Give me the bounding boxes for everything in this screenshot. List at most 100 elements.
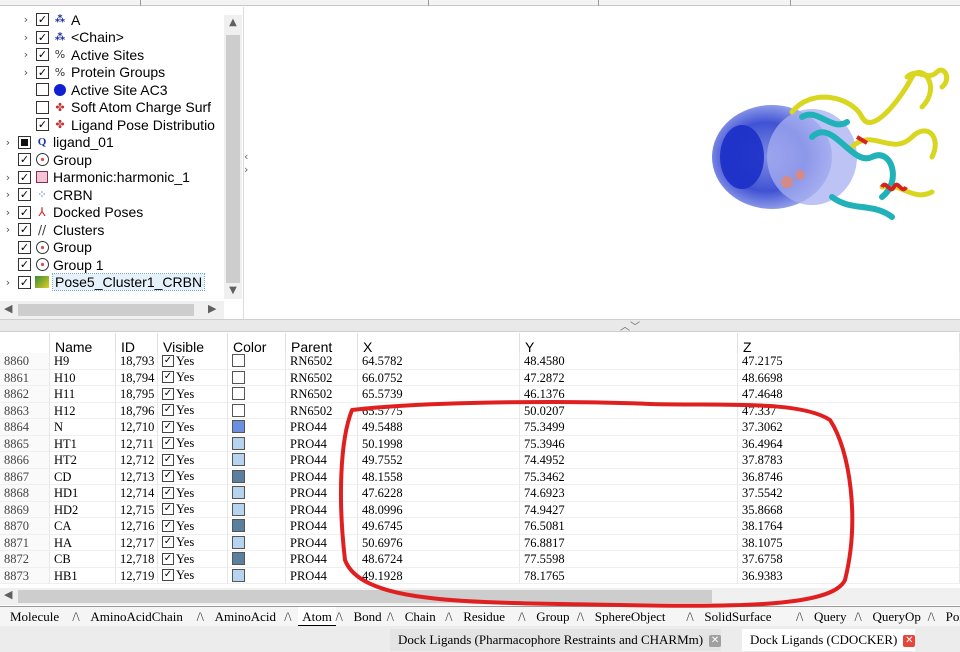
cell-name[interactable]: H11 — [50, 386, 116, 403]
cell-name[interactable]: HA — [50, 534, 116, 551]
sheet-tab[interactable]: Atom — [298, 607, 336, 626]
cell-name[interactable]: HT1 — [50, 435, 116, 452]
cell-id[interactable]: 12,715 — [116, 501, 158, 518]
cell-z[interactable]: 38.1764 — [738, 518, 960, 535]
cell-color[interactable] — [228, 551, 286, 568]
cell-rownum[interactable]: 8862 — [0, 386, 50, 403]
cell-y[interactable]: 48.4580 — [520, 353, 738, 370]
tree-hscroll-thumb[interactable] — [18, 304, 194, 316]
table-row[interactable]: 8862 H11 18,795 ✓ Yes RN6502 65.5739 46.1376 47.… — [0, 386, 960, 403]
cell-z[interactable]: 37.6758 — [738, 551, 960, 568]
cell-name[interactable]: HD2 — [50, 501, 116, 518]
cell-name[interactable]: CD — [50, 468, 116, 485]
cell-id[interactable]: 12,710 — [116, 419, 158, 436]
cell-x[interactable]: 48.6724 — [358, 551, 520, 568]
cell-rownum[interactable]: 8865 — [0, 435, 50, 452]
table-hscroll-thumb[interactable] — [18, 590, 712, 603]
cell-id[interactable]: 12,716 — [116, 518, 158, 535]
color-swatch[interactable] — [232, 469, 245, 483]
table-row[interactable]: 8870 CA 12,716 ✓ Yes PRO44 49.6745 76.5081 38.17… — [0, 518, 960, 535]
horizontal-splitter[interactable]: ︿﹀ — [0, 318, 960, 333]
tree-item[interactable]: › ✓% Active Sites — [20, 46, 144, 63]
cell-rownum[interactable]: 8866 — [0, 452, 50, 469]
tree-scroll-thumb[interactable] — [226, 35, 240, 283]
cell-x[interactable]: 48.1558 — [358, 468, 520, 485]
cell-rownum[interactable]: 8873 — [0, 567, 50, 584]
cell-z[interactable]: 36.4964 — [738, 435, 960, 452]
cell-name[interactable]: N — [50, 419, 116, 436]
cell-name[interactable]: H10 — [50, 369, 116, 386]
cell-color[interactable] — [228, 485, 286, 502]
tree-item[interactable]: ✓ Group — [2, 239, 92, 256]
cell-parent[interactable]: RN6502 — [286, 353, 358, 370]
cell-x[interactable]: 48.0996 — [358, 501, 520, 518]
cell-id[interactable]: 12,714 — [116, 485, 158, 502]
cell-name[interactable]: HD1 — [50, 485, 116, 502]
cell-id[interactable]: 18,794 — [116, 369, 158, 386]
tree-item[interactable]: › ✓ ⁘ CRBN — [2, 186, 93, 203]
cell-name[interactable]: HB1 — [50, 567, 116, 584]
cell-x[interactable]: 50.1998 — [358, 435, 520, 452]
sheet-tab[interactable]: Chain — [401, 607, 440, 626]
color-swatch[interactable] — [232, 453, 245, 466]
cell-parent[interactable]: RN6502 — [286, 386, 358, 403]
visible-checkbox[interactable]: ✓ — [162, 536, 174, 549]
cell-rownum[interactable]: 8871 — [0, 534, 50, 551]
cell-parent[interactable]: PRO44 — [286, 485, 358, 502]
visible-checkbox[interactable]: ✓ — [162, 552, 174, 565]
splitter-arrows-icon[interactable]: ︿﹀ — [620, 318, 640, 333]
tree-item[interactable]: › Qligand_01 — [2, 134, 114, 151]
tree-item[interactable]: › ✓ Pose5_Cluster1_CRBN — [2, 273, 206, 291]
cell-y[interactable]: 77.5598 — [520, 551, 738, 568]
visible-checkbox[interactable]: ✓ — [162, 453, 174, 466]
cell-color[interactable] — [228, 501, 286, 518]
color-swatch[interactable] — [232, 354, 245, 367]
tree-item[interactable]: Active Site AC3 — [20, 81, 168, 98]
cell-visible[interactable]: ✓ Yes — [158, 402, 228, 419]
visibility-checkbox[interactable] — [18, 135, 31, 149]
cell-z[interactable]: 36.9383 — [738, 567, 960, 584]
cell-color[interactable] — [228, 435, 286, 452]
cell-y[interactable]: 76.8817 — [520, 534, 738, 551]
visibility-checkbox[interactable]: ✓ — [36, 118, 49, 131]
cell-visible[interactable]: ✓ Yes — [158, 501, 228, 518]
visibility-checkbox[interactable]: ✓ — [18, 240, 31, 254]
sheet-tab[interactable]: AminoAcid — [211, 607, 280, 626]
cell-name[interactable]: CA — [50, 518, 116, 535]
cell-name[interactable]: HT2 — [50, 452, 116, 469]
sheet-tab[interactable]: SolidSurface — [700, 607, 775, 626]
table-row[interactable]: 8864 N 12,710 ✓ Yes PRO44 49.5488 75.3499 37.306… — [0, 419, 960, 436]
visibility-checkbox[interactable]: ✓ — [18, 188, 31, 201]
visible-checkbox[interactable]: ✓ — [162, 470, 174, 483]
cell-z[interactable]: 47.2175 — [738, 353, 960, 370]
cell-rownum[interactable]: 8863 — [0, 402, 50, 419]
visibility-checkbox[interactable]: ✓ — [18, 223, 31, 236]
scroll-right-icon[interactable]: ▶ — [208, 302, 216, 315]
table-row[interactable]: 8860 H9 18,793 ✓ Yes RN6502 64.5782 48.4580 47.2… — [0, 353, 960, 370]
tree-item[interactable]: ✓ ✤ Ligand Pose Distributio — [20, 116, 215, 133]
sheet-tab[interactable]: Query — [810, 607, 851, 626]
cell-y[interactable]: 75.3462 — [520, 468, 738, 485]
cell-x[interactable]: 49.7552 — [358, 452, 520, 469]
visible-checkbox[interactable]: ✓ — [162, 354, 174, 367]
visible-checkbox[interactable]: ✓ — [162, 371, 174, 384]
expand-chevron-icon[interactable]: › — [2, 206, 14, 219]
cell-y[interactable]: 74.4952 — [520, 452, 738, 469]
table-row[interactable]: 8871 HA 12,717 ✓ Yes PRO44 50.6976 76.8817 38.10… — [0, 534, 960, 551]
cell-visible[interactable]: ✓ Yes — [158, 518, 228, 535]
cell-y[interactable]: 76.5081 — [520, 518, 738, 535]
cell-z[interactable]: 38.1075 — [738, 534, 960, 551]
expand-chevron-icon[interactable]: › — [20, 13, 32, 26]
tree-item[interactable]: › ✓ ⅄ Docked Poses — [2, 204, 143, 221]
cell-rownum[interactable]: 8864 — [0, 419, 50, 436]
sheet-tab[interactable]: Residue — [459, 607, 509, 626]
cell-y[interactable]: 74.9427 — [520, 501, 738, 518]
sheet-tab[interactable]: QueryOp — [869, 607, 925, 626]
scroll-left-icon[interactable]: ◀ — [4, 588, 12, 601]
expand-chevron-icon[interactable]: › — [20, 48, 32, 61]
cell-y[interactable]: 50.0207 — [520, 402, 738, 419]
cell-x[interactable]: 64.5782 — [358, 353, 520, 370]
visible-checkbox[interactable]: ✓ — [162, 387, 174, 400]
cell-parent[interactable]: PRO44 — [286, 468, 358, 485]
cell-id[interactable]: 18,793 — [116, 353, 158, 370]
